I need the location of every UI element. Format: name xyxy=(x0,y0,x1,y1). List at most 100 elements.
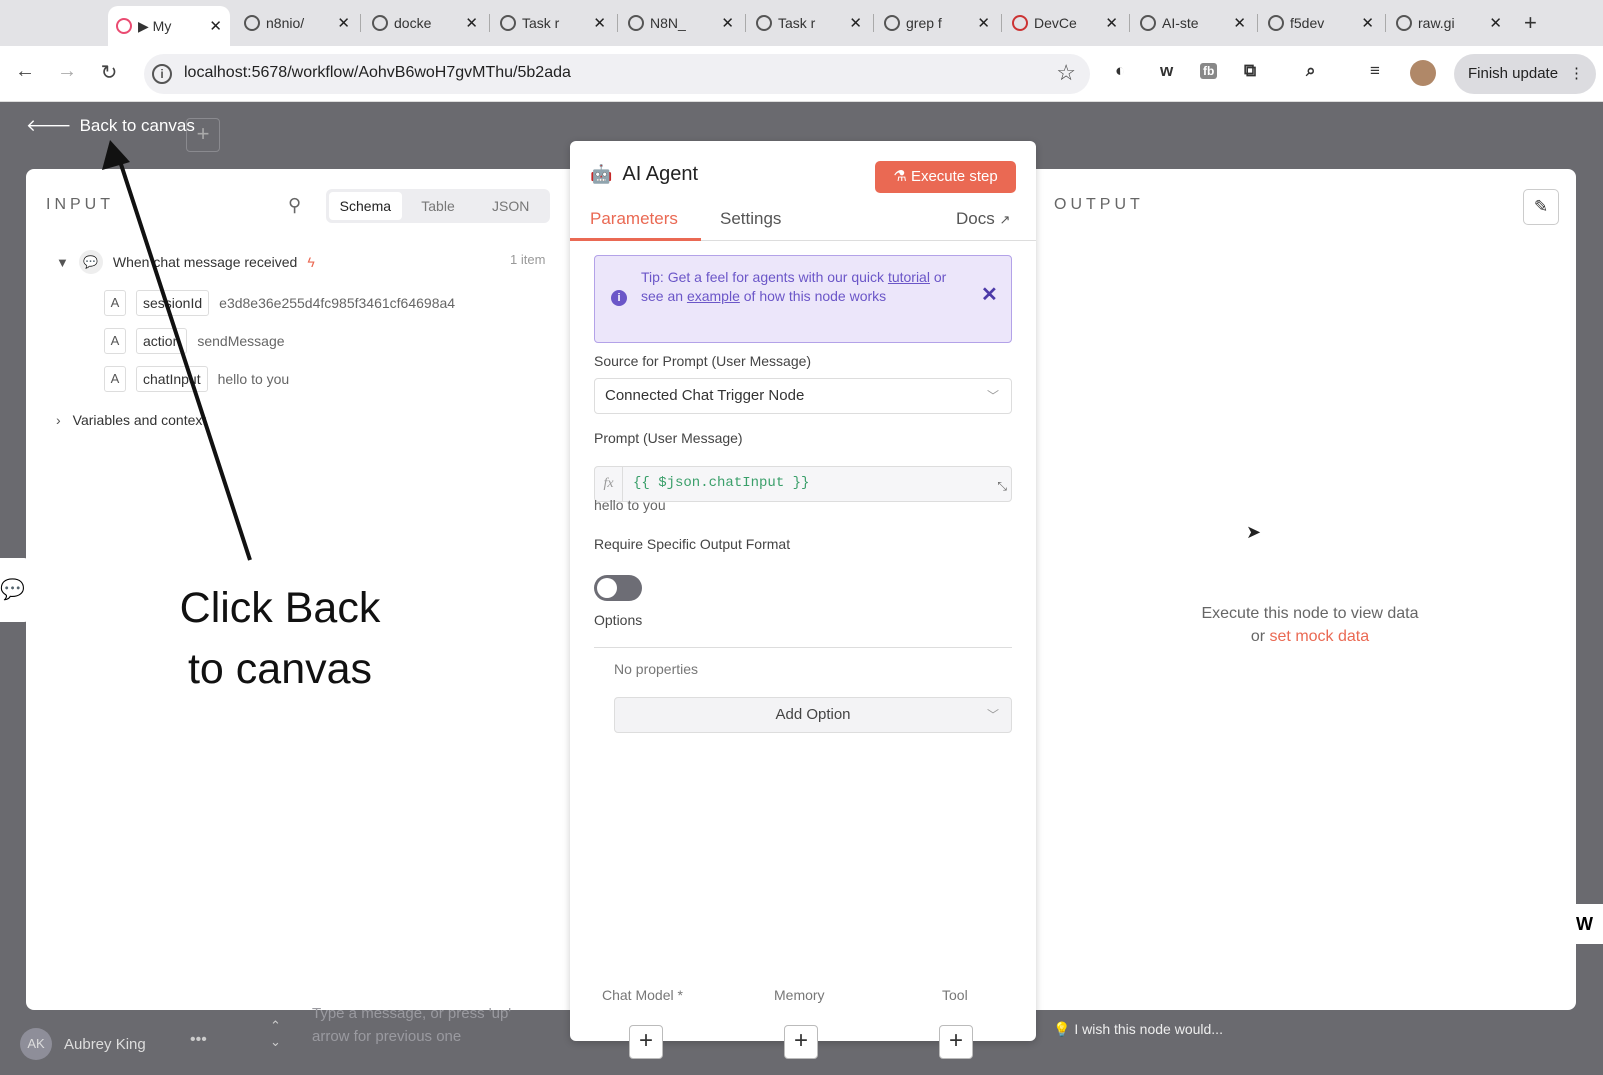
tab[interactable]: N8N_ ✕ xyxy=(620,8,742,38)
reload-icon[interactable]: ↻ xyxy=(96,60,122,85)
memory-label: Memory xyxy=(774,987,825,1003)
chevron-down-icon: ﹀ xyxy=(986,389,999,403)
add-tool-button[interactable]: + xyxy=(939,1025,973,1059)
tab[interactable]: raw.gi ✕ xyxy=(1388,8,1510,38)
close-tab-icon[interactable]: ✕ xyxy=(465,14,478,32)
add-chat-model-button[interactable]: + xyxy=(629,1025,663,1059)
chat-toggle-icon[interactable]: 💬 xyxy=(0,558,30,622)
tutorial-link[interactable]: tutorial xyxy=(888,269,930,285)
tab-settings[interactable]: Settings xyxy=(720,209,781,229)
address-bar[interactable]: i localhost:5678/workflow/AohvB6woH7gvMT… xyxy=(144,54,1090,94)
tab-active[interactable]: ▶ My ✕ xyxy=(108,6,230,46)
task-favicon-icon xyxy=(756,15,772,31)
search-icon[interactable]: ⚲ xyxy=(288,195,301,216)
tip-suffix: of how this node works xyxy=(739,288,887,304)
example-link[interactable]: example xyxy=(687,288,740,304)
browser-tab-strip: ▶ My ✕ n8nio/ ✕ docke ✕ Task r ✕ N8N_ ✕ Task… xyxy=(0,0,1603,46)
site-info-icon[interactable]: i xyxy=(152,64,172,84)
close-tab-icon[interactable]: ✕ xyxy=(977,14,990,32)
puzzle-extensions-icon[interactable]: ⧉ xyxy=(1244,61,1256,81)
node-title-text[interactable]: AI Agent xyxy=(622,163,698,186)
prompt-expression[interactable]: {{ $json.chatInput }} xyxy=(633,475,809,491)
execute-step-button[interactable]: ⚗ Execute step xyxy=(875,161,1016,193)
set-mock-data-link[interactable]: set mock data xyxy=(1270,628,1370,645)
w-extension-icon[interactable]: w xyxy=(1160,61,1173,81)
close-tab-icon[interactable]: ✕ xyxy=(849,14,862,32)
annotation-text: Click Back to canvas xyxy=(140,578,420,700)
field-key[interactable]: sessionId xyxy=(136,290,210,316)
chat-input[interactable]: Type a message, or press 'up' arrow for … xyxy=(312,1002,532,1048)
profile-avatar[interactable] xyxy=(1410,60,1436,86)
finish-update-label: Finish update xyxy=(1468,65,1559,82)
tab-search-icon[interactable]: ⌕ xyxy=(1306,61,1316,81)
tab-title: ▶ My xyxy=(138,17,172,34)
field-value: e3d8e36e255d4fc985f3461cf64698a4 xyxy=(219,295,456,311)
item-count: 1 item xyxy=(510,252,546,267)
add-memory-button[interactable]: + xyxy=(784,1025,818,1059)
tab-schema[interactable]: Schema xyxy=(329,192,402,220)
close-tab-icon[interactable]: ✕ xyxy=(337,14,350,32)
trigger-name: When chat message received xyxy=(112,254,298,270)
w-widget-icon[interactable]: W xyxy=(1570,904,1603,944)
tab[interactable]: DevCe ✕ xyxy=(1004,8,1126,38)
expand-icon[interactable]: ⤡ xyxy=(997,479,1007,494)
media-control-icon[interactable]: ≡ xyxy=(1370,61,1380,81)
tab[interactable]: docke ✕ xyxy=(364,8,486,38)
trigger-node-row[interactable]: ▼ 💬 When chat message received ϟ xyxy=(56,250,315,274)
close-tab-icon[interactable]: ✕ xyxy=(721,14,734,32)
tab-parameters[interactable]: Parameters xyxy=(590,209,678,229)
chat-history-chevrons-icon[interactable]: ⌃ ⌄ xyxy=(270,1018,281,1050)
close-tab-icon[interactable]: ✕ xyxy=(1105,14,1118,32)
tab[interactable]: Task r ✕ xyxy=(748,8,870,38)
tab-json[interactable]: JSON xyxy=(474,192,547,220)
github-favicon-icon xyxy=(1140,15,1156,31)
chevron-down-icon[interactable]: ▼ xyxy=(56,255,69,270)
finish-update-button[interactable]: Finish update ⋮ xyxy=(1454,54,1596,94)
back-arrow-icon[interactable]: ← xyxy=(12,60,38,83)
fb-extension-icon[interactable]: fb xyxy=(1200,63,1218,79)
bookmark-star-icon[interactable]: ☆ xyxy=(1056,60,1076,86)
forward-arrow-icon[interactable]: → xyxy=(54,60,80,83)
tab-table[interactable]: Table xyxy=(402,192,475,220)
edit-pencil-icon[interactable]: ✎ xyxy=(1523,189,1559,225)
tip-callout: i Tip: Get a feel for agents with our qu… xyxy=(594,255,1012,343)
schema-field: A action sendMessage xyxy=(104,328,285,354)
add-option-button[interactable]: Add Option ﹀ xyxy=(614,697,1012,733)
url-text[interactable]: localhost:5678/workflow/AohvB6woH7gvMThu… xyxy=(184,64,571,82)
string-type-icon: A xyxy=(104,328,126,354)
tab[interactable]: AI-ste ✕ xyxy=(1132,8,1254,38)
close-tab-icon[interactable]: ✕ xyxy=(1361,14,1374,32)
or-text: or xyxy=(1250,628,1266,645)
ai-agent-node-modal: 🤖 AI Agent ⚗ Execute step Parameters Set… xyxy=(570,141,1036,1059)
task-favicon-icon xyxy=(500,15,516,31)
field-key[interactable]: action xyxy=(136,328,188,354)
tab[interactable]: n8nio/ ✕ xyxy=(236,8,358,38)
tab[interactable]: Task r ✕ xyxy=(492,8,614,38)
variables-context-row[interactable]: › Variables and context xyxy=(56,412,206,428)
back-to-canvas-button[interactable]: 🡐 Back to canvas xyxy=(26,116,195,136)
close-tab-icon[interactable]: ✕ xyxy=(1489,14,1502,32)
chat-model-label: Chat Model * xyxy=(602,987,683,1003)
tab-title: DevCe xyxy=(1034,15,1077,31)
source-select[interactable]: Connected Chat Trigger Node ﹀ xyxy=(594,378,1012,414)
google-favicon-icon xyxy=(628,15,644,31)
field-value: sendMessage xyxy=(197,333,285,349)
chevron-down-icon: ﹀ xyxy=(986,708,999,722)
tab[interactable]: f5dev ✕ xyxy=(1260,8,1382,38)
new-tab-button[interactable]: + xyxy=(1512,8,1552,38)
tip-text: Tip: Get a feel for agents with our quic… xyxy=(641,268,951,306)
feedback-link[interactable]: 💡 I wish this node would... xyxy=(1053,1021,1223,1038)
close-tab-icon[interactable]: ✕ xyxy=(1233,14,1246,32)
user-menu[interactable]: AK Aubrey King xyxy=(20,1028,146,1060)
field-key[interactable]: chatInput xyxy=(136,366,208,392)
add-option-label: Add Option xyxy=(775,706,851,723)
password-extension-icon[interactable]: ◐ xyxy=(1115,61,1125,81)
tab[interactable]: grep f ✕ xyxy=(876,8,998,38)
docs-link[interactable]: Docs ↗ xyxy=(956,209,1010,229)
close-tab-icon[interactable]: ✕ xyxy=(209,17,222,35)
close-icon[interactable]: ✕ xyxy=(981,285,998,305)
close-tab-icon[interactable]: ✕ xyxy=(593,14,606,32)
source-select-value: Connected Chat Trigger Node xyxy=(605,387,805,404)
require-output-toggle[interactable] xyxy=(594,575,642,601)
more-horizontal-icon[interactable]: ••• xyxy=(190,1031,207,1049)
